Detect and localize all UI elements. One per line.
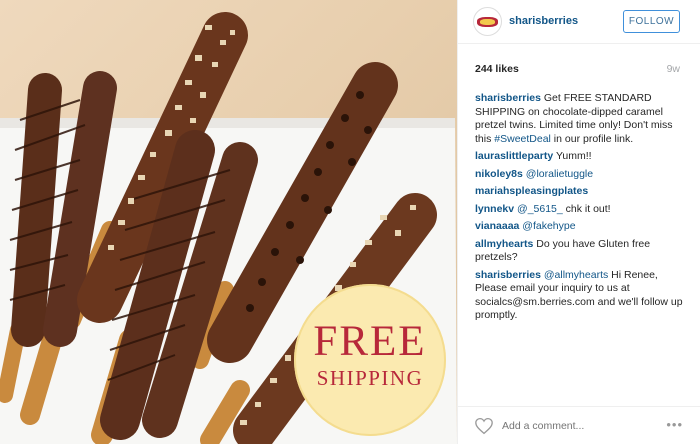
- author-username-link[interactable]: sharisberries: [509, 15, 578, 27]
- avatar[interactable]: [473, 7, 502, 36]
- caption-hashtag-link[interactable]: #SweetDeal: [494, 133, 551, 145]
- caption: sharisberries Get FREE STANDARD SHIPPING…: [475, 92, 687, 146]
- instagram-post-modal: FREE SHIPPING sharisberries FOLLOW 244 l…: [0, 0, 700, 444]
- comment-item: lynnekv @_5615_ chk it out!: [475, 203, 687, 217]
- comment-username-link[interactable]: vianaaaa: [475, 220, 519, 232]
- free-shipping-badge: FREE SHIPPING: [294, 284, 446, 436]
- comment-mention-link[interactable]: @_5615_: [517, 203, 563, 215]
- badge-free-text: FREE: [313, 318, 427, 365]
- comment-mention-link[interactable]: @fakehype: [522, 220, 575, 232]
- comment-list: sharisberries Get FREE STANDARD SHIPPING…: [475, 92, 687, 327]
- comment-mention-link[interactable]: @allmyhearts: [544, 269, 608, 281]
- comment-username-link[interactable]: nikoley8s: [475, 168, 523, 180]
- likes-count[interactable]: 244 likes: [475, 63, 519, 75]
- comment-item: nikoley8s @loralietuggle: [475, 168, 687, 182]
- comment-item: vianaaaa @fakehype: [475, 220, 687, 234]
- comment-text: chk it out!: [562, 202, 611, 215]
- add-comment-input[interactable]: [502, 420, 642, 432]
- post-header: sharisberries FOLLOW: [458, 0, 700, 44]
- caption-username-link[interactable]: sharisberries: [475, 92, 541, 104]
- comment-username-link[interactable]: mariahspleasingplates: [475, 185, 588, 197]
- heart-icon[interactable]: [474, 417, 494, 435]
- comment-username-link[interactable]: sharisberries: [475, 269, 541, 281]
- comment-username-link[interactable]: allmyhearts: [475, 238, 533, 250]
- comment-username-link[interactable]: lauraslittleparty: [475, 150, 553, 162]
- post-age[interactable]: 9w: [667, 63, 680, 75]
- comment-item: sharisberries @allmyhearts Hi Renee, Ple…: [475, 269, 687, 323]
- comment-mention-link[interactable]: @loralietuggle: [526, 168, 593, 180]
- post-photo[interactable]: FREE SHIPPING: [0, 0, 457, 444]
- comment-text: Yumm!!: [555, 150, 592, 162]
- follow-button[interactable]: FOLLOW: [623, 10, 680, 33]
- caption-text-after: in our profile link.: [550, 132, 634, 145]
- comment-item: lauraslittleparty Yumm!!: [475, 150, 687, 164]
- comment-footer: •••: [458, 406, 700, 444]
- post-meta: 244 likes 9w: [458, 57, 700, 81]
- post-side-panel: sharisberries FOLLOW 244 likes 9w sharis…: [457, 0, 700, 444]
- more-options-icon[interactable]: •••: [666, 417, 683, 432]
- comment-item: allmyhearts Do you have Gluten free pret…: [475, 238, 687, 265]
- badge-shipping-text: SHIPPING: [316, 366, 424, 390]
- comment-username-link[interactable]: lynnekv: [475, 203, 514, 215]
- comment-item: mariahspleasingplates: [475, 185, 687, 199]
